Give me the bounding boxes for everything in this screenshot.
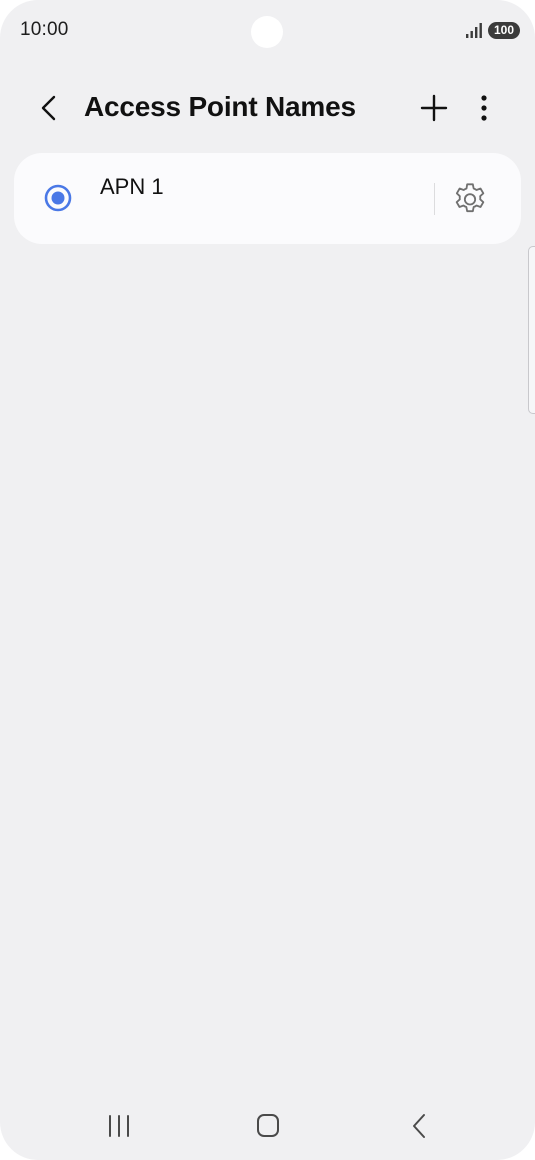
apn-name: APN 1 <box>100 174 164 199</box>
home-icon <box>257 1114 279 1137</box>
apn-settings-button[interactable] <box>450 180 490 220</box>
screen: 10:00 100 Access Point Names APN 1 <box>0 0 535 1160</box>
back-icon <box>413 1114 425 1138</box>
back-button[interactable] <box>30 88 70 128</box>
camera-cutout <box>251 16 283 48</box>
nav-back-button[interactable] <box>402 1110 436 1142</box>
scroll-handle[interactable] <box>528 246 535 414</box>
plus-icon <box>420 94 448 122</box>
gear-icon <box>455 183 485 213</box>
more-vertical-icon <box>481 95 487 121</box>
navigation-bar <box>0 1090 535 1160</box>
recents-button[interactable] <box>100 1110 138 1142</box>
add-apn-button[interactable] <box>414 88 454 128</box>
signal-icon <box>465 22 483 39</box>
page-title: Access Point Names <box>84 91 356 122</box>
apn-list-item[interactable]: APN 1 <box>14 153 521 244</box>
status-time: 10:00 <box>20 19 69 40</box>
radio-selected-icon <box>44 184 72 212</box>
back-arrow-icon <box>41 95 56 121</box>
divider <box>434 183 435 215</box>
apn-radio-button[interactable] <box>44 184 72 212</box>
battery-icon: 100 <box>488 22 520 39</box>
more-options-button[interactable] <box>468 88 500 128</box>
home-button[interactable] <box>250 1110 286 1142</box>
recents-icon <box>109 1115 129 1137</box>
